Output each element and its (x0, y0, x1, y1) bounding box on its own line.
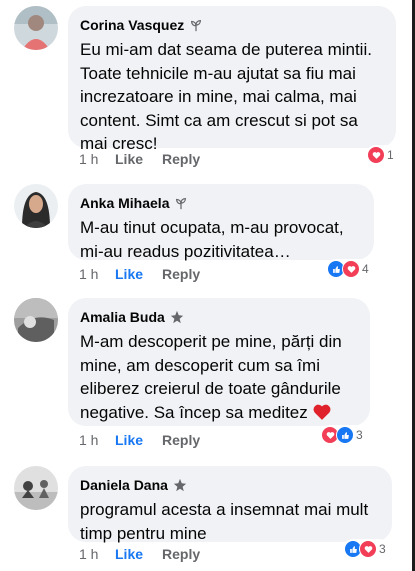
reply-button[interactable]: Reply (162, 546, 200, 562)
avatar[interactable] (14, 466, 58, 510)
comment-actions: 1 h Like Reply (79, 151, 200, 167)
like-button[interactable]: Like (115, 546, 162, 562)
reaction-count: 1 (387, 148, 394, 162)
red-heart-icon (314, 404, 331, 420)
reply-button[interactable]: Reply (162, 266, 200, 282)
reply-button[interactable]: Reply (162, 432, 200, 448)
love-reaction-icon (342, 260, 360, 278)
comment-bubble: Amalia Buda M-am descoperit pe mine, păr… (68, 298, 370, 426)
love-reaction-icon (367, 146, 385, 164)
rising-fan-icon (176, 198, 187, 210)
author-name[interactable]: Daniela Dana (80, 476, 168, 494)
timestamp[interactable]: 1 h (79, 151, 115, 167)
timestamp[interactable]: 1 h (79, 266, 115, 282)
reactions-summary[interactable]: 3 (343, 539, 389, 559)
reaction-count: 4 (362, 262, 369, 276)
rising-fan-icon (191, 20, 202, 32)
comment-text: programul acesta a insemnat mai mult tim… (80, 500, 369, 543)
timestamp[interactable]: 1 h (79, 546, 115, 562)
top-fan-star-icon (173, 478, 187, 492)
like-button[interactable]: Like (115, 151, 162, 167)
author-name[interactable]: Amalia Buda (80, 308, 165, 326)
avatar[interactable] (14, 6, 58, 50)
reaction-count: 3 (356, 428, 363, 442)
love-reaction-icon (359, 540, 377, 558)
avatar[interactable] (14, 298, 58, 342)
like-button[interactable]: Like (115, 266, 162, 282)
like-button[interactable]: Like (115, 432, 162, 448)
comment-text: Eu mi-am dat seama de puterea mintii. To… (80, 40, 372, 153)
comment-text: M-am descoperit pe mine, părți din mine,… (80, 332, 342, 422)
comment-actions: 1 h Like Reply (79, 432, 200, 448)
like-reaction-icon (336, 426, 354, 444)
comment-actions: 1 h Like Reply (79, 266, 200, 282)
top-fan-star-icon (170, 310, 183, 324)
author-name[interactable]: Anka Mihaela (80, 194, 169, 212)
author-name[interactable]: Corina Vasquez (80, 16, 184, 34)
comment-bubble: Anka Mihaela M-au tinut ocupata, m-au pr… (68, 184, 374, 261)
reply-button[interactable]: Reply (162, 151, 200, 167)
comment-text: M-au tinut ocupata, m-au provocat, mi-au… (80, 218, 344, 261)
reactions-summary[interactable]: 3 (320, 425, 366, 445)
avatar[interactable] (14, 184, 58, 228)
comment-bubble: Daniela Dana programul acesta a insemnat… (68, 466, 392, 543)
reaction-count: 3 (379, 542, 386, 556)
reactions-summary[interactable]: 1 (366, 145, 397, 165)
comment-actions: 1 h Like Reply (79, 546, 200, 562)
timestamp[interactable]: 1 h (79, 432, 115, 448)
reactions-summary[interactable]: 4 (326, 259, 372, 279)
comment-bubble: Corina Vasquez Eu mi-am dat seama de put… (68, 6, 396, 153)
